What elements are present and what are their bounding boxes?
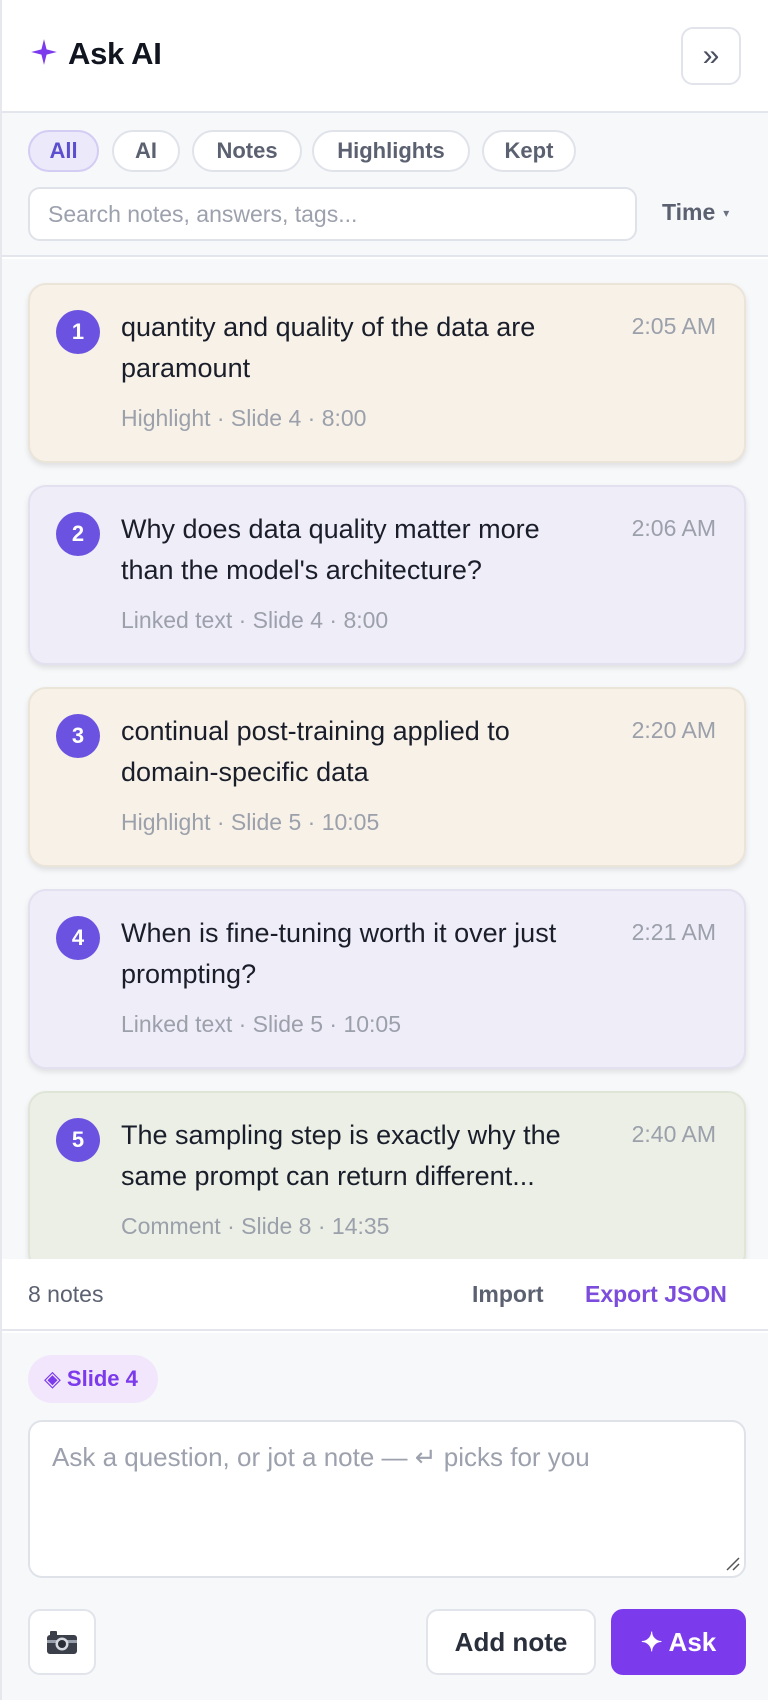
ask-button[interactable]: ✦ Ask	[611, 1609, 746, 1675]
filter-chip-highlights[interactable]: Highlights	[312, 130, 470, 172]
note-text: The sampling step is exactly why the sam…	[121, 1120, 561, 1191]
sort-label: Time	[662, 199, 716, 225]
note-number-badge: 2	[56, 512, 100, 556]
note-card[interactable]: 3 continual post-training applied to dom…	[28, 687, 746, 867]
caret-down-icon: ▾	[723, 205, 730, 220]
camera-icon	[47, 1631, 77, 1654]
diamond-icon: ◈	[44, 1366, 61, 1391]
note-time: 2:05 AM	[631, 313, 716, 339]
notes-status-bar: 8 notes Import Export JSON	[2, 1259, 768, 1331]
ask-button-label: Ask	[668, 1626, 717, 1657]
note-text: quantity and quality of the data are par…	[121, 312, 536, 383]
filter-chip-notes[interactable]: Notes	[192, 130, 302, 172]
note-time: 2:06 AM	[631, 515, 716, 541]
note-meta: Linked text · Slide 5 · 10:05	[121, 1011, 401, 1037]
note-meta: Highlight · Slide 4 · 8:00	[121, 405, 367, 431]
panel-title: Ask AI	[68, 36, 162, 71]
note-number-badge: 3	[56, 714, 100, 758]
add-note-button[interactable]: Add note	[426, 1609, 596, 1675]
note-number-badge: 1	[56, 310, 100, 354]
note-text: When is fine-tuning worth it over just p…	[121, 918, 557, 989]
question-input[interactable]	[28, 1420, 746, 1578]
note-text: continual post-training applied to domai…	[121, 716, 510, 787]
filter-bar: All AI Notes Highlights Kept Time ▾	[2, 113, 768, 257]
slide-context-chip[interactable]: ◈ Slide 4	[28, 1355, 158, 1403]
filter-chip-kept[interactable]: Kept	[482, 130, 576, 172]
note-meta: Linked text · Slide 4 · 8:00	[121, 607, 389, 633]
note-card[interactable]: 4 When is fine-tuning worth it over just…	[28, 889, 746, 1069]
note-card[interactable]: 1 quantity and quality of the data are p…	[28, 283, 746, 463]
import-button[interactable]: Import	[472, 1281, 544, 1308]
collapse-panel-button[interactable]: »	[681, 27, 741, 85]
sparkle-icon	[31, 39, 57, 65]
resize-grip-icon[interactable]	[724, 1555, 740, 1571]
filter-chip-ai[interactable]: AI	[112, 130, 180, 172]
notes-count: 8 notes	[28, 1281, 104, 1307]
note-meta: Comment · Slide 8 · 14:35	[121, 1213, 390, 1239]
note-card[interactable]: 2 Why does data quality matter more than…	[28, 485, 746, 665]
notes-list[interactable]: 1 quantity and quality of the data are p…	[2, 259, 768, 1259]
screenshot-button[interactable]	[28, 1609, 96, 1675]
sort-dropdown[interactable]: Time ▾	[662, 199, 729, 226]
note-number-badge: 4	[56, 916, 100, 960]
note-time: 2:21 AM	[631, 919, 716, 945]
note-number-badge: 5	[56, 1118, 100, 1162]
composer: ◈ Slide 4 Add note ✦ Ask	[2, 1333, 768, 1700]
note-time: 2:20 AM	[631, 717, 716, 743]
note-time: 2:40 AM	[631, 1121, 716, 1147]
note-card[interactable]: 5 The sampling step is exactly why the s…	[28, 1091, 746, 1259]
export-json-button[interactable]: Export JSON	[585, 1281, 727, 1308]
note-meta: Highlight · Slide 5 · 10:05	[121, 809, 380, 835]
slide-chip-label: Slide 4	[66, 1366, 138, 1391]
filter-chip-all[interactable]: All	[28, 130, 99, 172]
search-input[interactable]	[28, 187, 637, 241]
note-text: Why does data quality matter more than t…	[121, 514, 540, 585]
ask-ai-panel: Ask AI » All AI Notes Highlights Kept Ti…	[0, 0, 768, 1700]
sparkle-icon: ✦	[640, 1626, 663, 1657]
double-chevron-right-icon: »	[702, 39, 720, 72]
panel-header: Ask AI »	[2, 0, 768, 113]
